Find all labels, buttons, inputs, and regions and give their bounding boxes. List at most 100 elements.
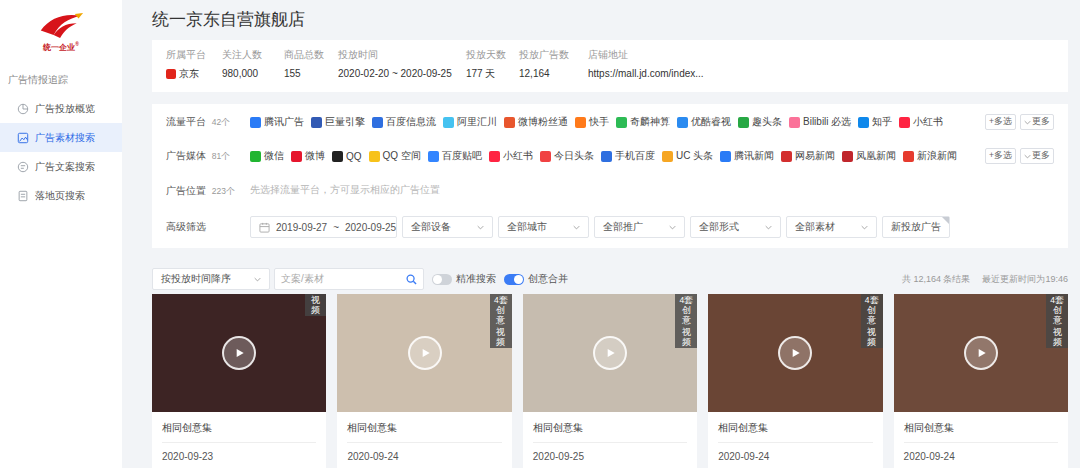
chevron-down-icon [1024, 120, 1031, 125]
filter-dropdown[interactable]: 全部城市 [498, 216, 589, 238]
play-icon [232, 346, 246, 360]
filter-chip[interactable]: 知乎 [858, 115, 892, 129]
chip-label: QQ [346, 151, 362, 162]
brand-logo-icon [372, 117, 383, 128]
filter-chip[interactable]: 微信 [250, 149, 284, 163]
more-button[interactable]: 更多 [1020, 148, 1054, 164]
filter-chip[interactable]: 小红书 [899, 115, 943, 129]
more-button[interactable]: 更多 [1020, 114, 1054, 130]
info-value: 12,164 [519, 66, 588, 82]
video-thumbnail[interactable]: 4套创意视频 [894, 294, 1068, 412]
multi-select-button[interactable]: +多选 [985, 114, 1016, 130]
brand-logo-icon [789, 117, 800, 128]
bird-logo-icon [38, 11, 84, 39]
dropdown-value: 全部推广 [603, 220, 643, 234]
filter-chip[interactable]: QQ [332, 151, 362, 162]
advanced-filters: 2019-09-27 ~ 2020-09-25 全部设备 全部城市 全部推广 全… [250, 216, 950, 238]
brand-logo-icon [677, 117, 688, 128]
brand-logo-icon [601, 151, 612, 162]
filter-chip[interactable]: 快手 [575, 115, 609, 129]
filter-chip[interactable]: 巨量引擎 [311, 115, 365, 129]
info-value-text: 155 [284, 66, 301, 82]
filter-chip[interactable]: 手机百度 [601, 149, 655, 163]
video-thumbnail[interactable]: 4套创意视频 [337, 294, 511, 412]
filter-chip[interactable]: 小红书 [489, 149, 533, 163]
toggle-switch[interactable] [504, 274, 524, 285]
chevron-down-icon [765, 225, 772, 230]
filter-title: 流量平台 [166, 116, 206, 127]
date-start: 2019-09-27 [276, 222, 327, 233]
sort-dropdown[interactable]: 按投放时间降序 [152, 268, 270, 290]
corner-check-icon [942, 217, 949, 224]
filter-chip[interactable]: 网易新闻 [781, 149, 835, 163]
filter-chip[interactable]: 今日头条 [540, 149, 594, 163]
filter-chip[interactable]: 凤凰新闻 [842, 149, 896, 163]
sidebar-item-label: 广告素材搜索 [35, 131, 95, 145]
chip-label: 知乎 [872, 115, 892, 129]
badge-stack: 4套创意视频 [675, 294, 697, 348]
chevron-down-icon [861, 225, 868, 230]
creative-card[interactable]: 4套创意视频 相同创意集 2020-09-24 [708, 294, 882, 468]
filter-dropdown[interactable]: 全部推广 [594, 216, 685, 238]
calendar-icon [259, 222, 270, 233]
creative-card[interactable]: 4套创意视频 相同创意集 2020-09-25 [523, 294, 697, 468]
sidebar-item[interactable]: 广告文案搜索 [0, 152, 122, 181]
card-title: 相同创意集 [347, 412, 501, 443]
video-thumbnail[interactable]: 4套创意视频 [523, 294, 697, 412]
filter-chip[interactable]: 新浪新闻 [903, 149, 957, 163]
creative-card[interactable]: 视频 相同创意集 2020-09-23 [152, 294, 326, 468]
chip-label: Bilibili 必选 [803, 115, 851, 129]
video-thumbnail[interactable]: 视频 [152, 294, 326, 412]
brand-logo-icon [899, 117, 910, 128]
toggle-option[interactable]: 创意合并 [504, 272, 568, 286]
creative-card[interactable]: 4套创意视频 相同创意集 2020-09-24 [337, 294, 511, 468]
filter-chip[interactable]: 百度贴吧 [428, 149, 482, 163]
button-label: +多选 [989, 116, 1012, 128]
play-button[interactable] [222, 336, 256, 370]
chevron-down-icon [254, 277, 261, 282]
brand-logo[interactable]: 统一企业® [0, 0, 122, 62]
sidebar-item-label: 广告文案搜索 [35, 160, 95, 174]
filter-chip[interactable]: 微博粉丝通 [504, 115, 568, 129]
multi-select-button[interactable]: +多选 [985, 148, 1016, 164]
chip-label: 百度信息流 [386, 115, 436, 129]
filter-chip[interactable]: QQ 空间 [369, 149, 421, 163]
filter-dropdown[interactable]: 全部形式 [690, 216, 781, 238]
filter-chip[interactable]: 趣头条 [738, 115, 782, 129]
filter-chip[interactable]: 优酷睿视 [677, 115, 731, 129]
badge: 4套创意 [861, 294, 883, 326]
sidebar-item[interactable]: 广告投放概览 [0, 94, 122, 123]
sidebar-item[interactable]: 广告素材搜索 [0, 123, 122, 152]
tag-label: 新投放广告 [891, 220, 941, 234]
play-button[interactable] [964, 336, 998, 370]
video-thumbnail[interactable]: 4套创意视频 [708, 294, 882, 412]
search-field[interactable]: 文案/素材 [274, 268, 424, 290]
chip-label: 小红书 [913, 115, 943, 129]
toggle-switch[interactable] [432, 274, 452, 285]
filter-chip[interactable]: Bilibili 必选 [789, 115, 851, 129]
platform-filter-row: 流量平台 42个 腾讯广告 巨量引擎 百度信息流 阿里汇川 微博粉丝通 快手 奇… [166, 105, 1054, 139]
result-count: 共 12,164 条结果 [902, 273, 971, 286]
media-filter-row: 广告媒体 81个 微信 微博 QQ QQ 空间 百度贴吧 小红书 今日头条 手机… [166, 139, 1054, 173]
filter-dropdown[interactable]: 全部设备 [402, 216, 493, 238]
toggle-option[interactable]: 精准搜索 [432, 272, 496, 286]
toggle-knob [514, 275, 523, 284]
filter-chip[interactable]: 百度信息流 [372, 115, 436, 129]
filter-chip[interactable]: 阿里汇川 [443, 115, 497, 129]
play-button[interactable] [593, 336, 627, 370]
info-field: 关注人数 980,000 [222, 48, 284, 84]
filter-dropdown[interactable]: 全部素材 [786, 216, 877, 238]
date-range-picker[interactable]: 2019-09-27 ~ 2020-09-25 [250, 216, 397, 238]
filter-chip[interactable]: 腾讯广告 [250, 115, 304, 129]
new-ads-tag[interactable]: 新投放广告 [882, 216, 950, 238]
creative-card[interactable]: 4套创意视频 相同创意集 2020-09-24 [894, 294, 1068, 468]
play-button[interactable] [408, 336, 442, 370]
filter-chip[interactable]: 微博 [291, 149, 325, 163]
filter-chip[interactable]: 奇麟神算 [616, 115, 670, 129]
play-button[interactable] [778, 336, 812, 370]
play-icon [788, 346, 802, 360]
sidebar-item[interactable]: 落地页搜索 [0, 181, 122, 210]
filter-chip[interactable]: 腾讯新闻 [720, 149, 774, 163]
filter-chip[interactable]: UC 头条 [662, 149, 713, 163]
badge: 4套创意 [490, 294, 512, 326]
